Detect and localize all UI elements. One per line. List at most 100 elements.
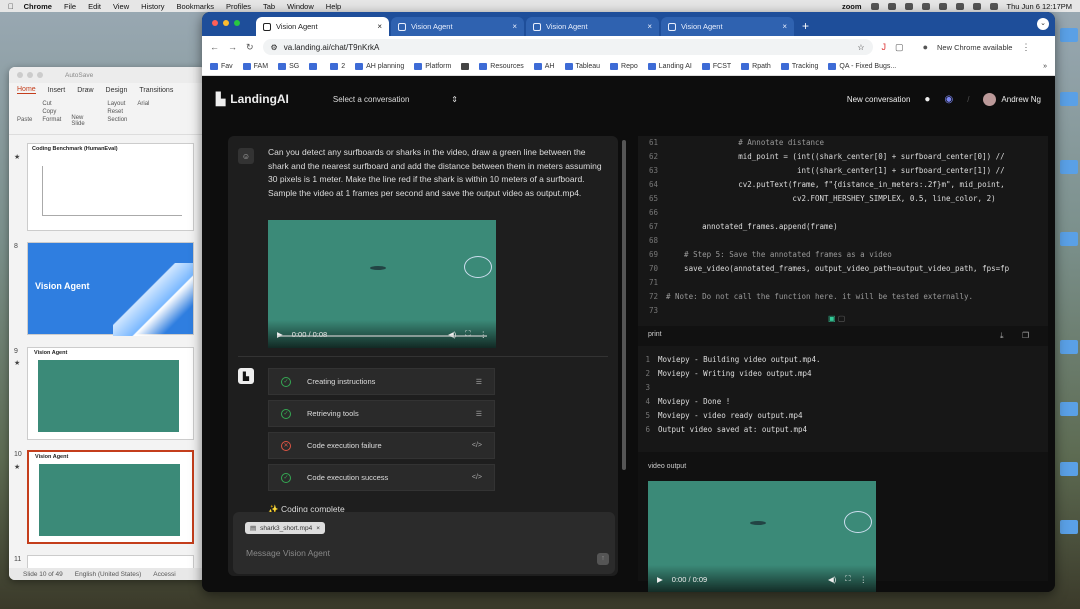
- remove-attachment-icon[interactable]: ×: [316, 525, 320, 532]
- tab-insert[interactable]: Insert: [48, 87, 66, 94]
- user-name[interactable]: Andrew Ng: [1001, 95, 1041, 104]
- copy-icon[interactable]: ❐: [1022, 331, 1029, 340]
- copy-icon[interactable]: ▢: [838, 314, 846, 323]
- browser-tab[interactable]: Vision Agent ×: [526, 17, 659, 36]
- forward-icon[interactable]: →: [228, 42, 237, 52]
- folder-icon[interactable]: [1060, 520, 1078, 534]
- tray-icon[interactable]: [904, 2, 913, 10]
- copy-button[interactable]: Copy: [42, 109, 61, 115]
- menu-file[interactable]: File: [64, 2, 76, 11]
- close-icon[interactable]: [212, 20, 218, 26]
- slide-thumbnail-selected[interactable]: Vision Agent: [27, 450, 194, 544]
- zoom-icon[interactable]: [234, 20, 240, 26]
- fullscreen-icon[interactable]: ⛶: [845, 574, 850, 584]
- play-icon[interactable]: ▶: [277, 330, 283, 339]
- tray-icon[interactable]: [921, 2, 930, 10]
- paste-button[interactable]: Paste: [17, 101, 32, 130]
- extensions-puzzle-icon[interactable]: ▢: [895, 42, 904, 53]
- close-tab-icon[interactable]: ×: [512, 22, 517, 31]
- control-center-icon[interactable]: [989, 2, 998, 10]
- bookmark-item[interactable]: [461, 63, 470, 70]
- more-options-icon[interactable]: ⋮: [860, 575, 868, 584]
- discord-icon[interactable]: ◉: [944, 94, 953, 105]
- bookmark-item[interactable]: FCST: [701, 63, 731, 70]
- bookmark-item[interactable]: [309, 63, 320, 70]
- browser-tab-active[interactable]: Vision Agent ×: [256, 17, 389, 36]
- menu-help[interactable]: Help: [326, 2, 341, 11]
- close-tab-icon[interactable]: ×: [377, 22, 382, 31]
- bookmark-item[interactable]: AH planning: [355, 63, 404, 70]
- tab-search-icon[interactable]: ⌄: [1037, 18, 1049, 30]
- new-slide-button[interactable]: New Slide: [71, 101, 97, 130]
- back-icon[interactable]: ←: [210, 42, 219, 52]
- tab-transitions[interactable]: Transitions: [139, 87, 173, 94]
- browser-tab[interactable]: Vision Agent ×: [391, 17, 524, 36]
- menu-tab[interactable]: Tab: [263, 2, 275, 11]
- step-code-execution-failure[interactable]: ✕ Code execution failure </>: [268, 432, 495, 459]
- step-creating-instructions[interactable]: ✓ Creating instructions ☰: [268, 368, 495, 395]
- bookmark-item[interactable]: Tableau: [564, 63, 600, 70]
- github-icon[interactable]: ●: [924, 94, 930, 105]
- message-input[interactable]: Message Vision Agent: [246, 548, 330, 558]
- accessibility-status[interactable]: Accessi: [153, 571, 175, 578]
- bookmark-item[interactable]: Repo: [610, 63, 638, 70]
- fullscreen-icon[interactable]: ⛶: [465, 329, 470, 339]
- clock[interactable]: Thu Jun 6 12:17PM: [1007, 2, 1072, 11]
- bookmark-item[interactable]: QA - Fixed Bugs...: [828, 63, 896, 70]
- bookmark-item[interactable]: Fav: [210, 63, 233, 70]
- bookmark-item[interactable]: Platform: [414, 63, 451, 70]
- section-button[interactable]: Section: [107, 117, 127, 123]
- bookmark-item[interactable]: FAM: [242, 63, 268, 70]
- play-icon[interactable]: ▶: [657, 575, 663, 584]
- new-conversation-button[interactable]: New conversation: [847, 95, 911, 104]
- step-code-execution-success[interactable]: ✓ Code execution success </>: [268, 464, 495, 491]
- language-status[interactable]: English (United States): [75, 571, 141, 578]
- tab-draw[interactable]: Draw: [77, 87, 93, 94]
- folder-icon[interactable]: [1060, 160, 1078, 174]
- volume-icon[interactable]: ◀): [448, 330, 456, 339]
- output-video[interactable]: ▶ 0:00 / 0:09 ◀) ⛶ ⋮: [648, 481, 876, 592]
- avatar[interactable]: [983, 92, 997, 106]
- attachment-chip[interactable]: ▤ shark3_short.mp4 ×: [245, 522, 325, 534]
- format-button[interactable]: Format: [42, 117, 61, 123]
- logo[interactable]: ▙ LandingAI: [216, 92, 289, 106]
- zoom-icon[interactable]: [37, 72, 43, 78]
- volume-icon[interactable]: [938, 2, 947, 10]
- battery-icon[interactable]: [972, 2, 981, 10]
- menu-profiles[interactable]: Profiles: [226, 2, 251, 11]
- list-icon[interactable]: ☰: [476, 378, 482, 386]
- more-bookmarks-icon[interactable]: »: [1043, 63, 1055, 70]
- wifi-icon[interactable]: [955, 2, 964, 10]
- new-tab-icon[interactable]: +: [802, 19, 809, 33]
- slide-thumbnail[interactable]: Vision Agent: [27, 242, 194, 336]
- reload-icon[interactable]: ↻: [246, 42, 254, 53]
- menu-edit[interactable]: Edit: [88, 2, 101, 11]
- menu-history[interactable]: History: [141, 2, 164, 11]
- slide-thumbnail[interactable]: [27, 555, 194, 569]
- volume-icon[interactable]: ◀): [828, 575, 836, 584]
- folder-icon[interactable]: [1060, 462, 1078, 476]
- zoom-status[interactable]: zoom: [842, 2, 862, 11]
- extension-icon[interactable]: J: [882, 42, 887, 52]
- autosave-label[interactable]: AutoSave: [65, 72, 93, 79]
- code-icon[interactable]: </>: [472, 474, 482, 481]
- apple-icon[interactable]: : [8, 2, 14, 11]
- folder-icon[interactable]: [1060, 92, 1078, 106]
- menu-view[interactable]: View: [113, 2, 129, 11]
- send-button[interactable]: ↑: [597, 553, 609, 565]
- cut-button[interactable]: Cut: [42, 101, 61, 107]
- close-tab-icon[interactable]: ×: [647, 22, 652, 31]
- step-retrieving-tools[interactable]: ✓ Retrieving tools ☰: [268, 400, 495, 427]
- close-tab-icon[interactable]: ×: [782, 22, 787, 31]
- tray-icon[interactable]: [870, 2, 879, 10]
- menu-window[interactable]: Window: [287, 2, 314, 11]
- url-input[interactable]: ⚙ va.landing.ai/chat/T9nKrkA ☆: [262, 39, 873, 55]
- list-icon[interactable]: ☰: [476, 410, 482, 418]
- bookmark-item[interactable]: Landing AI: [647, 63, 692, 70]
- browser-tab[interactable]: Vision Agent ×: [661, 17, 794, 36]
- tab-home[interactable]: Home: [17, 86, 36, 94]
- conversation-select[interactable]: Select a conversation ⇕: [333, 95, 458, 104]
- bookmark-item[interactable]: Rpath: [741, 63, 771, 70]
- bookmark-item[interactable]: SG: [278, 63, 299, 70]
- code-icon[interactable]: </>: [472, 442, 482, 449]
